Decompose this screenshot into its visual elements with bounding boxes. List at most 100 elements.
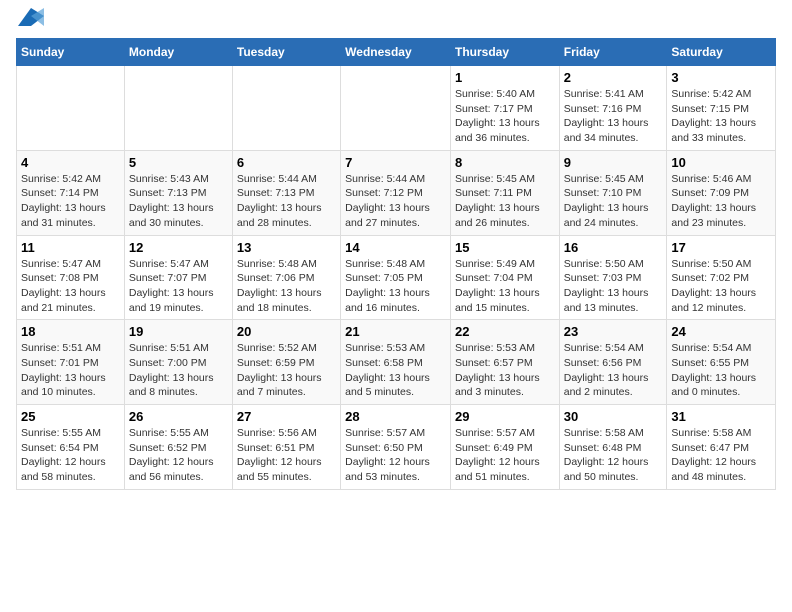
day-number: 25 xyxy=(21,409,120,424)
calendar-cell: 31 Sunrise: 5:58 AM Sunset: 6:47 PM Dayli… xyxy=(667,405,776,490)
day-number: 28 xyxy=(345,409,446,424)
cell-details: Sunrise: 5:46 AM Sunset: 7:09 PM Dayligh… xyxy=(671,172,771,231)
cell-details: Sunrise: 5:48 AM Sunset: 7:05 PM Dayligh… xyxy=(345,257,446,316)
calendar-cell: 29 Sunrise: 5:57 AM Sunset: 6:49 PM Dayli… xyxy=(450,405,559,490)
cell-details: Sunrise: 5:44 AM Sunset: 7:13 PM Dayligh… xyxy=(237,172,336,231)
calendar-cell: 18Sunrise: 5:51 AM Sunset: 7:01 PM Dayli… xyxy=(17,320,125,405)
header xyxy=(16,16,776,26)
cell-details: Sunrise: 5:53 AM Sunset: 6:58 PM Dayligh… xyxy=(345,341,446,400)
day-number: 11 xyxy=(21,240,120,255)
calendar-cell: 1 Sunrise: 5:40 AM Sunset: 7:17 PM Daylig… xyxy=(450,66,559,151)
calendar-cell: 11 Sunrise: 5:47 AM Sunset: 7:08 PM Dayli… xyxy=(17,235,125,320)
calendar-cell: 19 Sunrise: 5:51 AM Sunset: 7:00 PM Dayli… xyxy=(124,320,232,405)
calendar-cell: 25 Sunrise: 5:55 AM Sunset: 6:54 PM Dayli… xyxy=(17,405,125,490)
calendar-cell: 15 Sunrise: 5:49 AM Sunset: 7:04 PM Dayli… xyxy=(450,235,559,320)
day-number: 4 xyxy=(21,155,120,170)
day-number: 8 xyxy=(455,155,555,170)
cell-details: Sunrise: 5:53 AM Sunset: 6:57 PM Dayligh… xyxy=(455,341,555,400)
cell-details: Sunrise: 5:49 AM Sunset: 7:04 PM Dayligh… xyxy=(455,257,555,316)
cell-details: Sunrise: 5:51 AM Sunset: 7:00 PM Dayligh… xyxy=(129,341,228,400)
cell-details: Sunrise: 5:47 AM Sunset: 7:08 PM Dayligh… xyxy=(21,257,120,316)
cell-details: Sunrise: 5:57 AM Sunset: 6:49 PM Dayligh… xyxy=(455,426,555,485)
day-number: 24 xyxy=(671,324,771,339)
day-number: 1 xyxy=(455,70,555,85)
calendar-week-row: 4 Sunrise: 5:42 AM Sunset: 7:14 PM Daylig… xyxy=(17,150,776,235)
cell-details: Sunrise: 5:42 AM Sunset: 7:14 PM Dayligh… xyxy=(21,172,120,231)
day-number: 14 xyxy=(345,240,446,255)
day-number: 30 xyxy=(564,409,663,424)
calendar-cell: 12 Sunrise: 5:47 AM Sunset: 7:07 PM Dayli… xyxy=(124,235,232,320)
calendar-cell: 20 Sunrise: 5:52 AM Sunset: 6:59 PM Dayli… xyxy=(232,320,340,405)
calendar-cell: 5Sunrise: 5:43 AM Sunset: 7:13 PM Daylig… xyxy=(124,150,232,235)
day-number: 31 xyxy=(671,409,771,424)
calendar-table: SundayMondayTuesdayWednesdayThursdayFrid… xyxy=(16,38,776,490)
cell-details: Sunrise: 5:54 AM Sunset: 6:55 PM Dayligh… xyxy=(671,341,771,400)
calendar-cell: 10Sunrise: 5:46 AM Sunset: 7:09 PM Dayli… xyxy=(667,150,776,235)
cell-details: Sunrise: 5:47 AM Sunset: 7:07 PM Dayligh… xyxy=(129,257,228,316)
header-day: Wednesday xyxy=(341,39,451,66)
header-day: Monday xyxy=(124,39,232,66)
calendar-cell: 22 Sunrise: 5:53 AM Sunset: 6:57 PM Dayli… xyxy=(450,320,559,405)
calendar-cell xyxy=(124,66,232,151)
day-number: 15 xyxy=(455,240,555,255)
cell-details: Sunrise: 5:41 AM Sunset: 7:16 PM Dayligh… xyxy=(564,87,663,146)
header-row: SundayMondayTuesdayWednesdayThursdayFrid… xyxy=(17,39,776,66)
calendar-week-row: 1 Sunrise: 5:40 AM Sunset: 7:17 PM Daylig… xyxy=(17,66,776,151)
cell-details: Sunrise: 5:48 AM Sunset: 7:06 PM Dayligh… xyxy=(237,257,336,316)
calendar-cell: 30Sunrise: 5:58 AM Sunset: 6:48 PM Dayli… xyxy=(559,405,667,490)
cell-details: Sunrise: 5:40 AM Sunset: 7:17 PM Dayligh… xyxy=(455,87,555,146)
day-number: 27 xyxy=(237,409,336,424)
cell-details: Sunrise: 5:55 AM Sunset: 6:54 PM Dayligh… xyxy=(21,426,120,485)
calendar-cell: 2 Sunrise: 5:41 AM Sunset: 7:16 PM Daylig… xyxy=(559,66,667,151)
day-number: 12 xyxy=(129,240,228,255)
calendar-cell: 28 Sunrise: 5:57 AM Sunset: 6:50 PM Dayli… xyxy=(341,405,451,490)
calendar-cell: 8Sunrise: 5:45 AM Sunset: 7:11 PM Daylig… xyxy=(450,150,559,235)
header-day: Saturday xyxy=(667,39,776,66)
day-number: 3 xyxy=(671,70,771,85)
day-number: 6 xyxy=(237,155,336,170)
calendar-cell: 14 Sunrise: 5:48 AM Sunset: 7:05 PM Dayli… xyxy=(341,235,451,320)
calendar-week-row: 11 Sunrise: 5:47 AM Sunset: 7:08 PM Dayli… xyxy=(17,235,776,320)
cell-details: Sunrise: 5:42 AM Sunset: 7:15 PM Dayligh… xyxy=(671,87,771,146)
day-number: 2 xyxy=(564,70,663,85)
day-number: 22 xyxy=(455,324,555,339)
calendar-cell: 9 Sunrise: 5:45 AM Sunset: 7:10 PM Daylig… xyxy=(559,150,667,235)
day-number: 7 xyxy=(345,155,446,170)
cell-details: Sunrise: 5:55 AM Sunset: 6:52 PM Dayligh… xyxy=(129,426,228,485)
day-number: 23 xyxy=(564,324,663,339)
cell-details: Sunrise: 5:54 AM Sunset: 6:56 PM Dayligh… xyxy=(564,341,663,400)
calendar-cell xyxy=(232,66,340,151)
day-number: 19 xyxy=(129,324,228,339)
day-number: 9 xyxy=(564,155,663,170)
day-number: 29 xyxy=(455,409,555,424)
calendar-cell: 4 Sunrise: 5:42 AM Sunset: 7:14 PM Daylig… xyxy=(17,150,125,235)
cell-details: Sunrise: 5:50 AM Sunset: 7:02 PM Dayligh… xyxy=(671,257,771,316)
calendar-cell: 23 Sunrise: 5:54 AM Sunset: 6:56 PM Dayli… xyxy=(559,320,667,405)
calendar-cell: 16 Sunrise: 5:50 AM Sunset: 7:03 PM Dayli… xyxy=(559,235,667,320)
cell-details: Sunrise: 5:50 AM Sunset: 7:03 PM Dayligh… xyxy=(564,257,663,316)
cell-details: Sunrise: 5:56 AM Sunset: 6:51 PM Dayligh… xyxy=(237,426,336,485)
cell-details: Sunrise: 5:44 AM Sunset: 7:12 PM Dayligh… xyxy=(345,172,446,231)
header-day: Tuesday xyxy=(232,39,340,66)
header-day: Thursday xyxy=(450,39,559,66)
day-number: 17 xyxy=(671,240,771,255)
calendar-cell xyxy=(341,66,451,151)
day-number: 16 xyxy=(564,240,663,255)
cell-details: Sunrise: 5:58 AM Sunset: 6:47 PM Dayligh… xyxy=(671,426,771,485)
day-number: 26 xyxy=(129,409,228,424)
cell-details: Sunrise: 5:52 AM Sunset: 6:59 PM Dayligh… xyxy=(237,341,336,400)
day-number: 5 xyxy=(129,155,228,170)
day-number: 18 xyxy=(21,324,120,339)
calendar-week-row: 25 Sunrise: 5:55 AM Sunset: 6:54 PM Dayli… xyxy=(17,405,776,490)
cell-details: Sunrise: 5:57 AM Sunset: 6:50 PM Dayligh… xyxy=(345,426,446,485)
day-number: 21 xyxy=(345,324,446,339)
calendar-cell: 7 Sunrise: 5:44 AM Sunset: 7:12 PM Daylig… xyxy=(341,150,451,235)
calendar-cell: 17 Sunrise: 5:50 AM Sunset: 7:02 PM Dayli… xyxy=(667,235,776,320)
calendar-cell: 21 Sunrise: 5:53 AM Sunset: 6:58 PM Dayli… xyxy=(341,320,451,405)
calendar-cell: 27 Sunrise: 5:56 AM Sunset: 6:51 PM Dayli… xyxy=(232,405,340,490)
cell-details: Sunrise: 5:45 AM Sunset: 7:10 PM Dayligh… xyxy=(564,172,663,231)
logo-icon xyxy=(18,8,44,26)
day-number: 20 xyxy=(237,324,336,339)
calendar-cell: 3 Sunrise: 5:42 AM Sunset: 7:15 PM Daylig… xyxy=(667,66,776,151)
day-number: 13 xyxy=(237,240,336,255)
